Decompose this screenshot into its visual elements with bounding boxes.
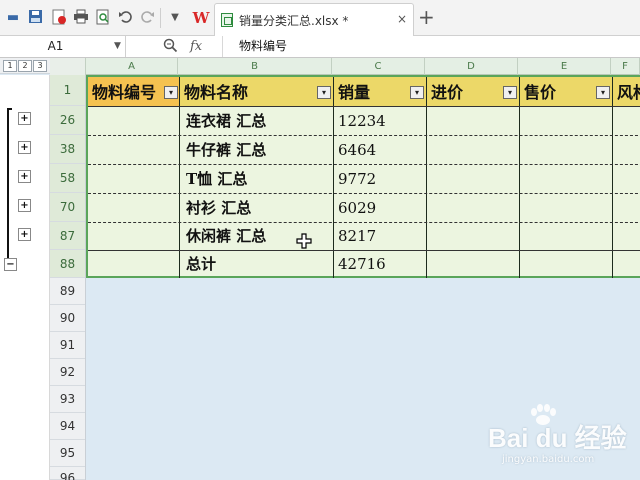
row-header-bar: 1 26 38 58 70 87 88 89 90 91 92 93 94 95… [50,75,86,480]
row-header[interactable]: 38 [50,135,85,164]
undo-icon[interactable] [116,9,134,27]
row-header[interactable]: 88 [50,250,85,278]
column-header[interactable]: C [332,58,425,75]
toolbar-separator [160,8,161,28]
row-header[interactable]: 95 [50,440,85,467]
header-label: 物料名称 [184,83,249,102]
row-header[interactable]: 70 [50,193,85,222]
collapse-group-button[interactable]: − [4,258,17,271]
sales-qty-cell[interactable]: 12234 [334,107,427,135]
column-e-body[interactable] [520,106,613,278]
material-name-cell[interactable]: 牛仔裤 汇总 [180,136,334,164]
watermark-url: jingyan.baidu.com [502,454,595,465]
save-icon[interactable] [26,9,44,27]
filter-dropdown-button[interactable]: ▾ [317,86,331,99]
row-header[interactable]: 91 [50,332,85,359]
cell-select-cursor-icon [296,233,312,249]
zoom-icon[interactable] [163,38,178,58]
grand-total-label-cell[interactable]: 总计 [180,251,334,278]
column-header[interactable]: F [611,58,640,75]
header-label: 销量 [338,83,371,102]
material-name-cell[interactable]: 连衣裙 汇总 [180,107,334,135]
sales-qty-cell[interactable]: 6464 [334,136,427,164]
header-label: 风格 [617,83,640,102]
filter-dropdown-button[interactable]: ▾ [164,86,178,99]
filter-dropdown-button[interactable]: ▾ [503,86,517,99]
redo-icon[interactable] [138,9,156,27]
outline-level-1-button[interactable]: 1 [3,60,17,72]
outline-group-bracket [7,108,12,260]
outline-level-2-button[interactable]: 2 [18,60,32,72]
print-preview-icon[interactable] [94,9,112,27]
row-header[interactable]: 92 [50,359,85,386]
filter-dropdown-button[interactable]: ▾ [596,86,610,99]
close-tab-icon[interactable]: × [397,11,407,27]
header-cell-sale-price[interactable]: 售价 ▾ [520,77,613,106]
sales-qty-cell[interactable]: 9772 [334,165,427,193]
formula-input[interactable]: 物料编号 [222,36,640,57]
header-cell-style[interactable]: 风格 [613,77,640,106]
column-header[interactable]: E [518,58,611,75]
column-d-body[interactable] [427,106,520,278]
header-label: 进价 [431,83,464,102]
document-tab-title: 销量分类汇总.xlsx * [239,14,349,28]
row-header[interactable]: 26 [50,106,85,135]
data-table: 物料编号 ▾ 物料名称 ▾ 销量 ▾ 进价 ▾ 售价 ▾ 风 连衣裙 汇总 12… [86,75,640,278]
title-toolbar: ▬ ▼ W 销量分类汇总.xlsx * × + [0,0,640,36]
fx-icon[interactable]: fx [190,38,202,55]
app-menu-icon[interactable]: ▬ [4,9,22,27]
header-cell-material-name[interactable]: 物料名称 ▾ [180,77,334,106]
column-header[interactable]: A [86,58,178,75]
header-label: 物料编号 [92,83,157,102]
name-box-dropdown-icon[interactable]: ▼ [114,38,121,54]
header-cell-material-id[interactable]: 物料编号 ▾ [88,77,180,106]
filter-dropdown-button[interactable]: ▾ [410,86,424,99]
export-pdf-icon[interactable] [50,9,68,27]
column-header[interactable]: B [178,58,332,75]
header-cell-cost-price[interactable]: 进价 ▾ [427,77,520,106]
material-name-cell[interactable]: 衬衫 汇总 [180,194,334,222]
outline-level-bar: 1 2 3 [0,58,50,74]
column-header-bar: A B C D E F [50,58,640,75]
formula-bar: A1 ▼ fx 物料编号 [0,36,640,58]
watermark-brand: Bai du 经验 [488,423,627,453]
document-tab[interactable]: 销量分类汇总.xlsx * × [214,3,414,36]
column-a-body[interactable] [88,106,180,278]
header-cell-sales-qty[interactable]: 销量 ▾ [334,77,427,106]
wps-logo-icon[interactable]: W [190,8,212,28]
select-all-corner[interactable] [50,58,86,75]
row-header[interactable]: 90 [50,305,85,332]
sales-qty-cell[interactable]: 6029 [334,194,427,222]
expand-group-button[interactable]: + [18,170,31,183]
spreadsheet-window: ▬ ▼ W 销量分类汇总.xlsx * × + A1 ▼ fx 物料编号 1 2… [0,0,640,480]
row-header[interactable]: 93 [50,386,85,413]
sales-qty-cell[interactable]: 8217 [334,223,427,250]
expand-group-button[interactable]: + [18,141,31,154]
row-header[interactable]: 1 [50,75,85,106]
material-name-cell[interactable]: T恤 汇总 [180,165,334,193]
print-icon[interactable] [72,9,90,27]
new-tab-icon[interactable]: + [418,6,435,28]
baidu-watermark: Bai du 经验 jingyan.baidu.com [488,404,638,474]
expand-group-button[interactable]: + [18,112,31,125]
header-label: 售价 [524,83,557,102]
row-header[interactable]: 87 [50,222,85,250]
xlsx-file-icon [221,13,233,27]
outline-level-3-button[interactable]: 3 [33,60,47,72]
more-dropdown-icon[interactable]: ▼ [166,9,184,27]
name-box[interactable]: A1 [0,36,126,57]
row-header[interactable]: 58 [50,164,85,193]
expand-group-button[interactable]: + [18,199,31,212]
row-header[interactable]: 96 [50,467,85,480]
row-header[interactable]: 89 [50,278,85,305]
expand-group-button[interactable]: + [18,228,31,241]
column-header[interactable]: D [425,58,518,75]
row-header[interactable]: 94 [50,413,85,440]
outline-gutter: + + + + + − [0,75,50,480]
grand-total-qty-cell[interactable]: 42716 [334,251,427,278]
